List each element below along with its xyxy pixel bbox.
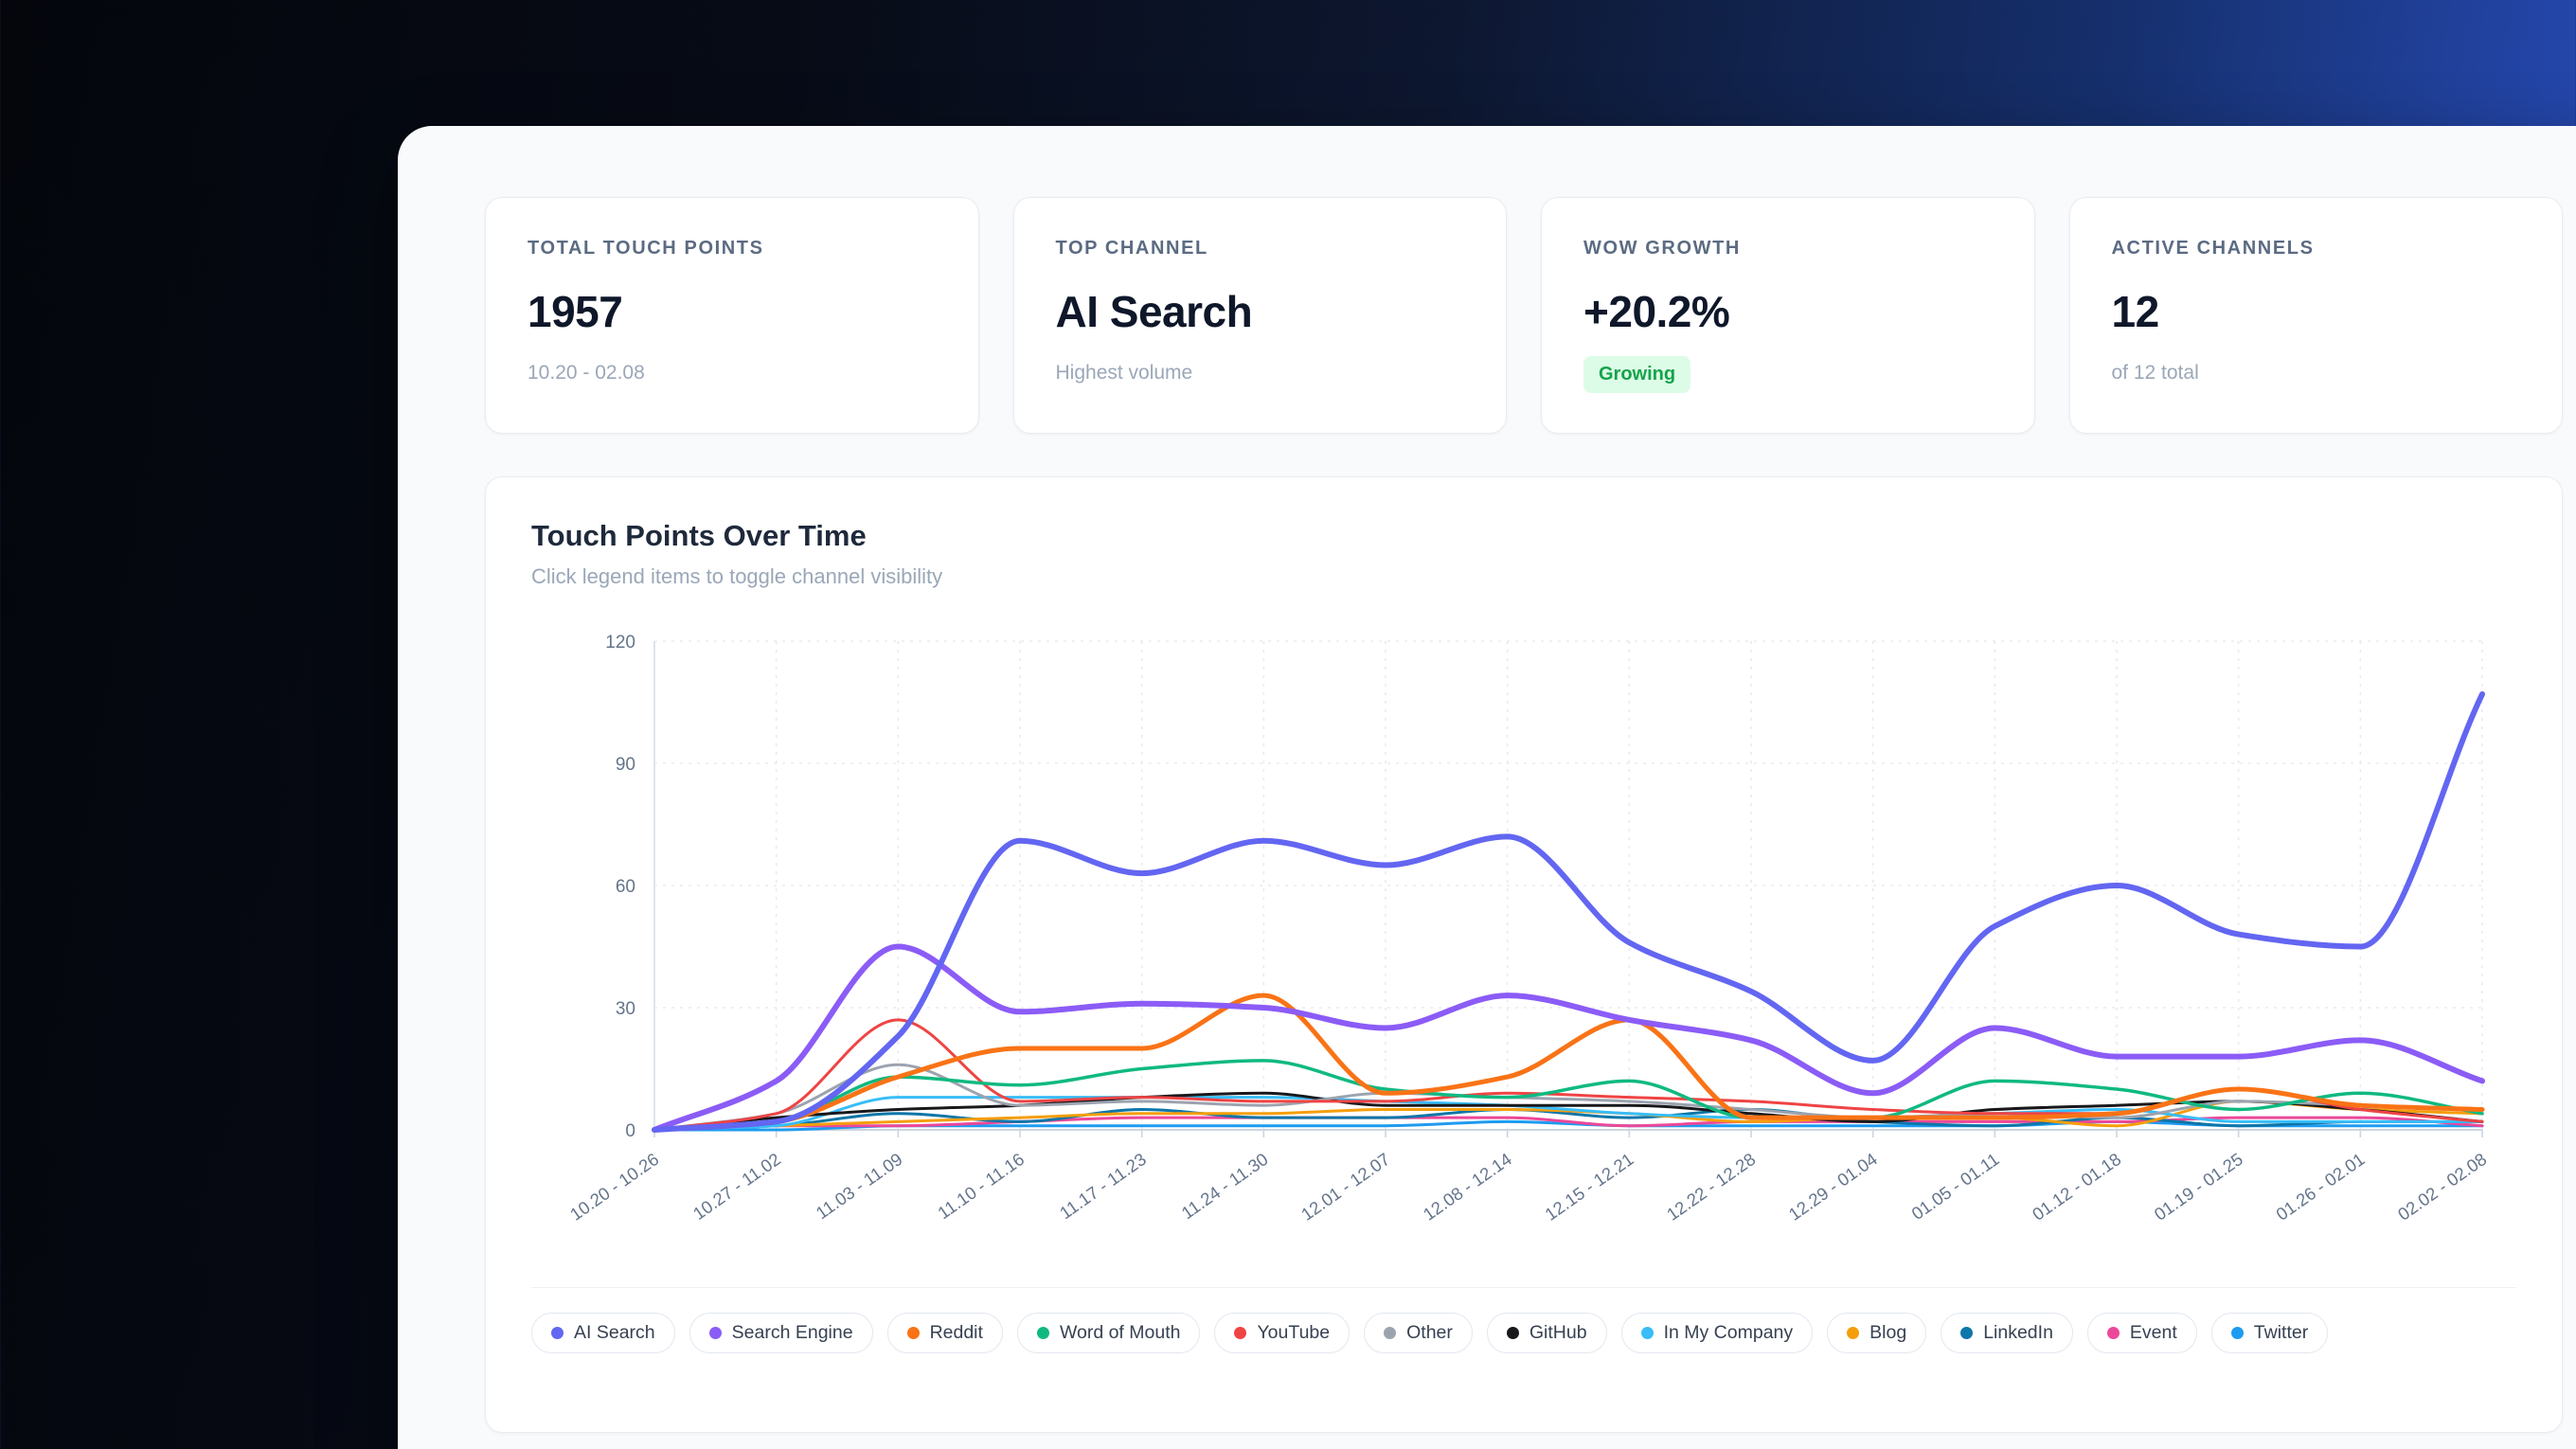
page-background: { "stats": [ { "label": "TOTAL TOUCH POI… (0, 0, 2576, 1449)
legend-dot (1234, 1327, 1247, 1339)
x-tick-label: 12.08 - 12.14 (1420, 1149, 1515, 1225)
stat-label: TOTAL TOUCH POINTS (528, 238, 764, 259)
stat-label: WOW GROWTH (1583, 238, 1741, 259)
x-tick-label: 11.03 - 11.09 (813, 1149, 906, 1223)
stat-subtext: of 12 total (2111, 362, 2199, 384)
stat-card-total-touch-points: TOTAL TOUCH POINTS 1957 10.20 - 02.08 (485, 197, 979, 434)
legend-item-linkedin[interactable]: LinkedIn (1941, 1313, 2073, 1353)
legend-dot (1960, 1327, 1974, 1339)
x-tick-label: 11.17 - 11.23 (1056, 1149, 1150, 1223)
stat-subtext: 10.20 - 02.08 (528, 362, 645, 384)
chart-card: Touch Points Over Time Click legend item… (485, 476, 2563, 1433)
legend-label: Word of Mouth (1059, 1322, 1181, 1343)
stat-label: ACTIVE CHANNELS (2111, 238, 2315, 259)
legend-dot (1640, 1327, 1654, 1339)
legend-label: LinkedIn (1983, 1322, 2053, 1343)
legend-dot (551, 1327, 564, 1339)
stat-card-active-channels: ACTIVE CHANNELS 12 of 12 total (2068, 197, 2563, 434)
y-tick-label: 30 (616, 999, 635, 1019)
stat-card-wow-growth: WOW GROWTH +20.2% Growing (1541, 197, 2035, 434)
x-tick-label: 01.19 - 01.25 (2151, 1149, 2246, 1225)
legend-dot (708, 1327, 722, 1339)
x-tick-label: 11.10 - 11.16 (934, 1149, 1028, 1223)
x-tick-label: 01.05 - 01.11 (1907, 1149, 2002, 1224)
legend-dot (906, 1327, 920, 1339)
x-tick-label: 12.01 - 12.07 (1297, 1149, 1393, 1225)
legend-label: Reddit (929, 1322, 983, 1343)
legend-label: Twitter (2253, 1322, 2309, 1343)
series-line-ai-search (652, 690, 2485, 1133)
stat-value: +20.2% (1583, 287, 1730, 336)
x-tick-label: 02.02 - 02.08 (2394, 1149, 2490, 1225)
legend-item-event[interactable]: Event (2086, 1313, 2197, 1353)
dashboard-panel: TOTAL TOUCH POINTS 1957 10.20 - 02.08 TO… (398, 126, 2576, 1449)
legend-dot (1384, 1327, 1397, 1339)
legend-item-reddit[interactable]: Reddit (886, 1313, 1003, 1353)
stats-row: TOTAL TOUCH POINTS 1957 10.20 - 02.08 TO… (485, 197, 2563, 434)
legend-label: In My Company (1663, 1322, 1794, 1343)
stat-value: 12 (2111, 287, 2160, 336)
legend-label: GitHub (1529, 1322, 1587, 1343)
legend-item-ai-search[interactable]: AI Search (531, 1313, 675, 1353)
x-tick-label: 01.12 - 01.18 (2029, 1149, 2124, 1225)
stat-subtext: Highest volume (1055, 362, 1193, 384)
chart-area: 0 30 60 90 120 10.20 - 10.26 10.27 - 11.02 11.0… (531, 599, 2516, 1281)
chart-title: Touch Points Over Time (531, 519, 867, 552)
legend-item-search-engine[interactable]: Search Engine (689, 1313, 873, 1353)
chart-legend: AI Search Search Engine Reddit Word of Mout… (531, 1288, 2516, 1353)
legend-item-in-my-company[interactable]: In My Company (1620, 1313, 1814, 1353)
growth-badge: Growing (1583, 356, 1691, 393)
legend-label: Search Engine (731, 1322, 853, 1343)
legend-dot (1506, 1327, 1519, 1339)
x-tick-label: 01.26 - 02.01 (2272, 1149, 2368, 1225)
legend-item-youtube[interactable]: YouTube (1214, 1313, 1351, 1353)
legend-item-github[interactable]: GitHub (1486, 1313, 1607, 1353)
legend-item-word-of-mouth[interactable]: Word of Mouth (1016, 1313, 1201, 1353)
y-tick-label: 120 (605, 633, 635, 653)
legend-dot (2230, 1327, 2244, 1339)
x-tick-label: 12.15 - 12.21 (1541, 1149, 1637, 1225)
x-tick-label: 12.22 - 12.28 (1663, 1149, 1759, 1225)
legend-label: Event (2129, 1322, 2177, 1343)
x-tick-label: 11.24 - 11.30 (1178, 1149, 1272, 1223)
chart-subtitle: Click legend items to toggle channel vis… (531, 564, 943, 588)
x-tick-label: 10.27 - 11.02 (689, 1149, 784, 1224)
legend-label: AI Search (574, 1322, 655, 1343)
legend-item-other[interactable]: Other (1364, 1313, 1473, 1353)
stat-card-top-channel: TOP CHANNEL AI Search Highest volume (1012, 197, 1507, 434)
legend-label: Blog (1869, 1322, 1907, 1343)
x-tick-label: 12.29 - 01.04 (1785, 1149, 1881, 1225)
legend-item-twitter[interactable]: Twitter (2210, 1313, 2329, 1353)
stat-value: 1957 (528, 287, 623, 336)
legend-item-blog[interactable]: Blog (1827, 1313, 1927, 1353)
legend-label: Other (1406, 1322, 1453, 1343)
y-tick-label: 0 (625, 1121, 635, 1141)
legend-dot (1847, 1327, 1860, 1339)
legend-dot (1036, 1327, 1049, 1339)
y-tick-label: 60 (616, 877, 635, 897)
stat-label: TOP CHANNEL (1055, 238, 1208, 259)
stat-value: AI Search (1055, 287, 1253, 336)
legend-dot (2106, 1327, 2120, 1339)
touch-points-line-chart[interactable]: 0 30 60 90 120 10.20 - 10.26 10.27 - 11.02 11.0… (531, 599, 2518, 1277)
y-tick-label: 90 (616, 755, 635, 775)
legend-label: YouTube (1257, 1322, 1331, 1343)
x-tick-label: 10.20 - 10.26 (566, 1149, 662, 1225)
